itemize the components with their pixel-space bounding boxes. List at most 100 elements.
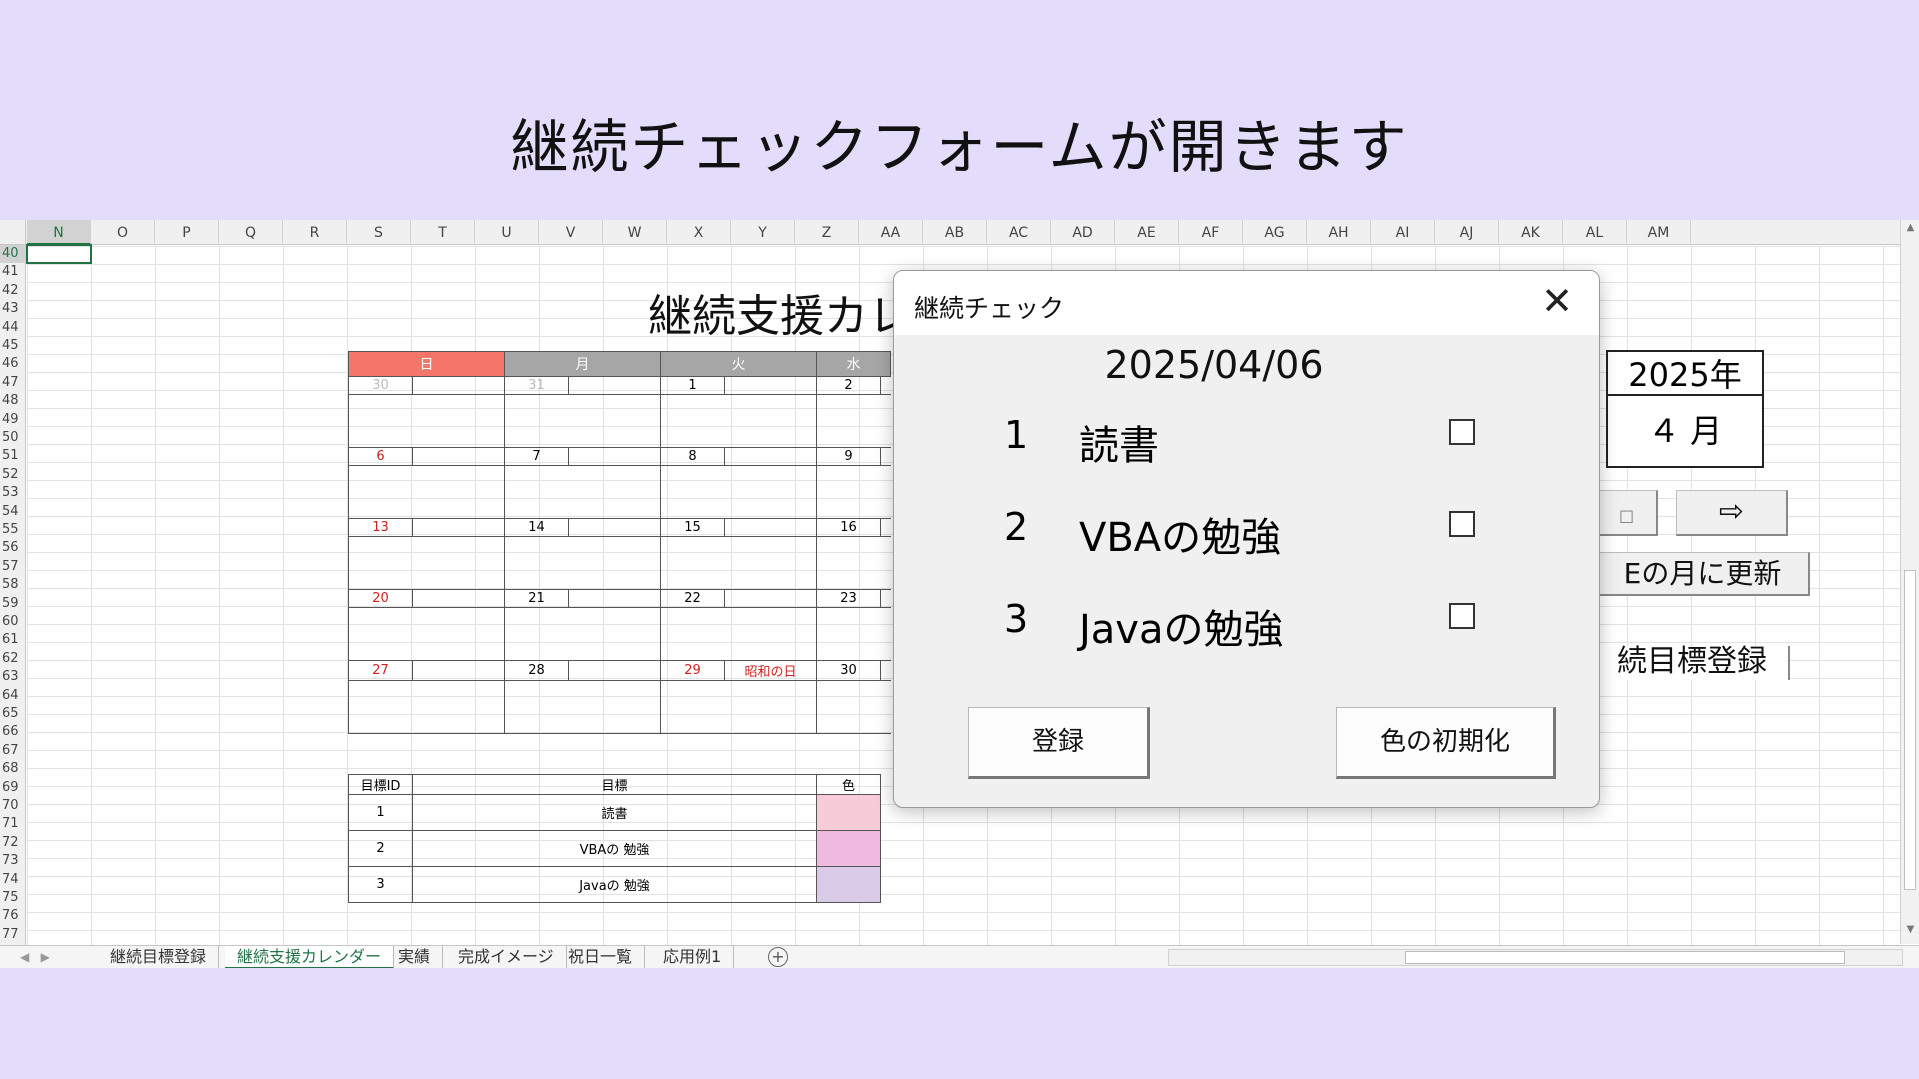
row-70[interactable]: 70: [0, 797, 26, 815]
column-s[interactable]: S: [347, 220, 411, 245]
row-49[interactable]: 49: [0, 411, 26, 429]
row-53[interactable]: 53: [0, 484, 26, 502]
calendar-day-number[interactable]: 27: [348, 660, 413, 681]
update-month-button[interactable]: Eの月に更新: [1596, 552, 1810, 596]
column-af[interactable]: AF: [1179, 220, 1243, 245]
row-42[interactable]: 42: [0, 282, 26, 300]
row-65[interactable]: 65: [0, 705, 26, 723]
column-p[interactable]: P: [155, 220, 219, 245]
calendar-day-note[interactable]: [724, 376, 817, 395]
row-73[interactable]: 73: [0, 852, 26, 870]
column-y[interactable]: Y: [731, 220, 795, 245]
calendar-day-cell[interactable]: [348, 680, 505, 734]
calendar-day-cell[interactable]: [660, 465, 817, 519]
check-item-checkbox[interactable]: [1449, 419, 1475, 445]
row-62[interactable]: 62: [0, 650, 26, 668]
goal-register-button[interactable]: 続目標登録: [1596, 646, 1790, 680]
column-ai[interactable]: AI: [1371, 220, 1435, 245]
check-item-checkbox[interactable]: [1449, 603, 1475, 629]
column-o[interactable]: O: [91, 220, 155, 245]
calendar-day-cell[interactable]: [504, 536, 661, 590]
calendar-day-number[interactable]: 2: [816, 376, 881, 395]
calendar-day-cell[interactable]: [660, 680, 817, 734]
holiday-label[interactable]: 昭和の日: [724, 660, 817, 681]
calendar-day-note[interactable]: [568, 376, 661, 395]
column-q[interactable]: Q: [219, 220, 283, 245]
calendar-day-note[interactable]: [412, 589, 505, 608]
row-46[interactable]: 46: [0, 355, 26, 373]
row-58[interactable]: 58: [0, 576, 26, 594]
register-button[interactable]: 登録: [968, 707, 1150, 779]
calendar-day-note[interactable]: [412, 447, 505, 466]
column-al[interactable]: AL: [1563, 220, 1627, 245]
calendar-day-note[interactable]: [568, 447, 661, 466]
close-icon[interactable]: ✕: [1541, 279, 1573, 323]
vertical-scrollbar[interactable]: ▲ ▼: [1900, 220, 1919, 944]
row-44[interactable]: 44: [0, 319, 26, 337]
calendar-day-note[interactable]: [568, 589, 661, 608]
calendar-day-cell[interactable]: [816, 394, 891, 448]
sheet-tab[interactable]: 祝日一覧: [556, 946, 646, 968]
row-50[interactable]: 50: [0, 429, 26, 447]
row-60[interactable]: 60: [0, 613, 26, 631]
column-z[interactable]: Z: [795, 220, 859, 245]
scroll-up-icon[interactable]: ▲: [1901, 222, 1919, 240]
column-ae[interactable]: AE: [1115, 220, 1179, 245]
calendar-day-number[interactable]: 31: [504, 376, 569, 395]
row-72[interactable]: 72: [0, 834, 26, 852]
calendar-day-number[interactable]: 22: [660, 589, 725, 608]
column-t[interactable]: T: [411, 220, 475, 245]
scroll-down-icon[interactable]: ▼: [1901, 924, 1919, 942]
row-68[interactable]: 68: [0, 760, 26, 778]
calendar-day-cell[interactable]: [816, 607, 891, 661]
calendar-day-number[interactable]: 30: [816, 660, 881, 681]
calendar-day-note[interactable]: [412, 518, 505, 537]
row-48[interactable]: 48: [0, 392, 26, 410]
row-40[interactable]: 40: [0, 245, 26, 263]
row-71[interactable]: 71: [0, 815, 26, 833]
calendar-day-number[interactable]: 13: [348, 518, 413, 537]
sheet-tab[interactable]: 完成イメージ: [446, 946, 567, 968]
calendar-day-note[interactable]: [880, 447, 891, 466]
calendar-day-cell[interactable]: [660, 536, 817, 590]
calendar-day-note[interactable]: [724, 589, 817, 608]
calendar-day-note[interactable]: [568, 518, 661, 537]
prev-month-button[interactable]: □: [1596, 490, 1658, 536]
row-51[interactable]: 51: [0, 447, 26, 465]
row-66[interactable]: 66: [0, 723, 26, 741]
calendar-day-cell[interactable]: [660, 607, 817, 661]
calendar-day-number[interactable]: 16: [816, 518, 881, 537]
row-61[interactable]: 61: [0, 631, 26, 649]
column-ag[interactable]: AG: [1243, 220, 1307, 245]
column-r[interactable]: R: [283, 220, 347, 245]
active-cell[interactable]: [26, 244, 92, 264]
check-item-checkbox[interactable]: [1449, 511, 1475, 537]
horizontal-scrollbar[interactable]: [1168, 949, 1903, 966]
column-ah[interactable]: AH: [1307, 220, 1371, 245]
column-ab[interactable]: AB: [923, 220, 987, 245]
calendar-day-note[interactable]: [724, 518, 817, 537]
calendar-day-number[interactable]: 23: [816, 589, 881, 608]
row-41[interactable]: 41: [0, 263, 26, 281]
column-ad[interactable]: AD: [1051, 220, 1115, 245]
horizontal-scroll-thumb[interactable]: [1405, 951, 1845, 964]
calendar-day-number[interactable]: 28: [504, 660, 569, 681]
calendar-day-cell[interactable]: [816, 465, 891, 519]
calendar-day-number[interactable]: 20: [348, 589, 413, 608]
column-ac[interactable]: AC: [987, 220, 1051, 245]
add-sheet-icon[interactable]: +: [768, 947, 788, 967]
select-all-corner[interactable]: [0, 220, 26, 245]
row-77[interactable]: 77: [0, 926, 26, 944]
calendar-day-note[interactable]: [880, 589, 891, 608]
column-n[interactable]: N: [27, 220, 91, 245]
calendar-day-cell[interactable]: [348, 607, 505, 661]
calendar-day-number[interactable]: 14: [504, 518, 569, 537]
row-55[interactable]: 55: [0, 521, 26, 539]
calendar-day-number[interactable]: 7: [504, 447, 569, 466]
calendar-day-note[interactable]: [880, 660, 891, 681]
reset-color-button[interactable]: 色の初期化: [1336, 707, 1556, 779]
row-47[interactable]: 47: [0, 374, 26, 392]
calendar-day-number[interactable]: 21: [504, 589, 569, 608]
row-56[interactable]: 56: [0, 539, 26, 557]
row-57[interactable]: 57: [0, 558, 26, 576]
